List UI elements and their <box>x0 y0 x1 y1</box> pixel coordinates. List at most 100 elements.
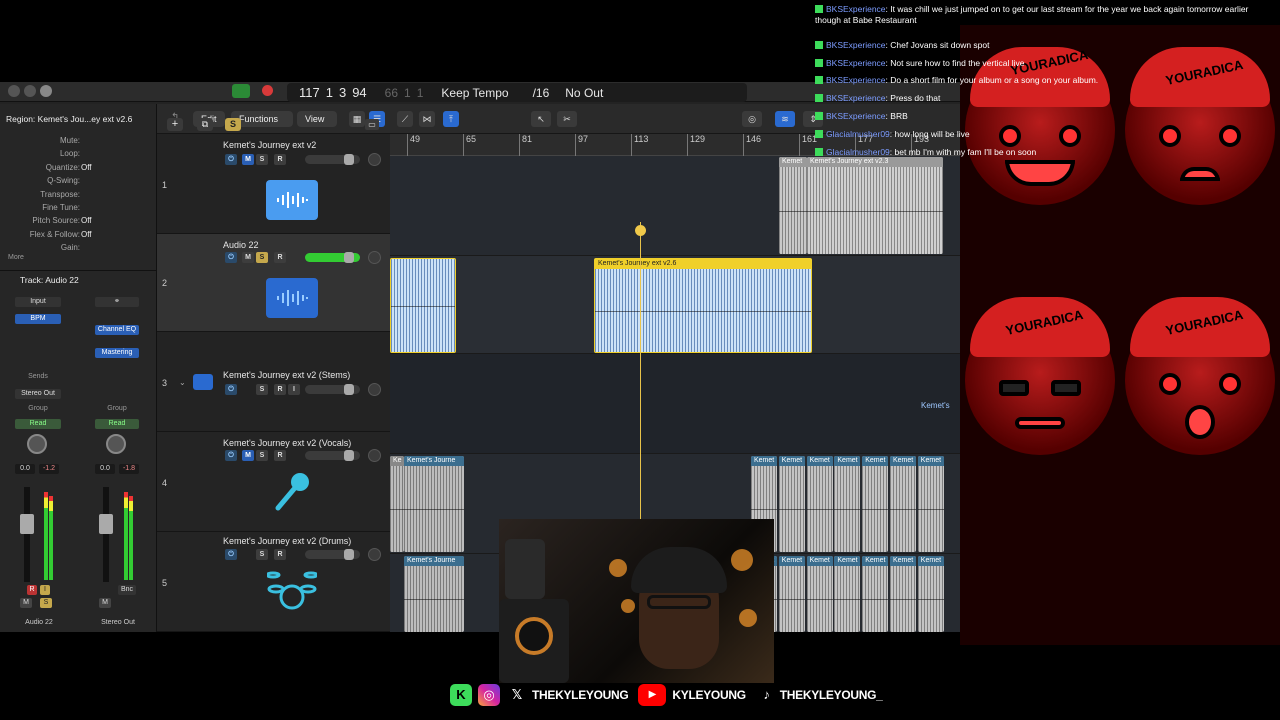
mute-button[interactable]: M <box>242 252 254 263</box>
output-slot[interactable]: Stereo Out <box>15 389 61 399</box>
division-display[interactable]: /16 <box>533 86 550 100</box>
region-inspector-title[interactable]: Region: Kemet's Jou...ey ext v2.6 <box>6 114 132 124</box>
inspector-param-row[interactable]: Mute: <box>0 136 157 148</box>
audio-region[interactable]: Kemet <box>806 456 833 552</box>
link-icon[interactable]: ⚭ <box>95 297 139 307</box>
tempo-mode[interactable]: Keep Tempo <box>441 86 508 100</box>
view-menu[interactable]: View <box>297 111 337 127</box>
snap-icon[interactable]: ◎ <box>742 111 762 127</box>
track-pan-knob[interactable] <box>368 449 381 462</box>
track-row-5[interactable]: 5 Kemet's Journey ext v2 (Drums) ⏻ S R <box>157 532 390 632</box>
chat-username[interactable]: BKSExperience <box>826 4 886 14</box>
audio-region[interactable]: Kemet's Journe <box>404 456 464 552</box>
lcd-display[interactable]: 117 1 3 94 66 1 1 Keep Tempo /16 No Out <box>287 83 747 102</box>
global-solo-button[interactable]: S <box>225 118 241 131</box>
automation-icon[interactable]: ⟋ <box>397 111 413 127</box>
chat-username[interactable]: BKSExperience <box>826 111 886 121</box>
audio-region[interactable]: Kemet <box>862 456 889 552</box>
input-monitor-button[interactable]: I <box>288 384 300 395</box>
input-monitor-button[interactable]: I <box>40 585 50 595</box>
slider-knob[interactable] <box>344 450 354 461</box>
mute-button[interactable]: M <box>20 598 32 608</box>
record-button[interactable] <box>262 85 273 96</box>
slider-knob[interactable] <box>344 384 354 395</box>
chat-username[interactable]: Glacialmusher09 <box>826 147 890 157</box>
pan-knob[interactable] <box>106 434 126 454</box>
inspector-param-row[interactable]: Pitch Source: Off <box>0 216 157 228</box>
solo-button[interactable]: S <box>256 154 268 165</box>
audio-region[interactable]: Kemet <box>917 456 944 552</box>
track-pan-knob[interactable] <box>368 153 381 166</box>
track-volume-slider[interactable] <box>305 549 360 560</box>
record-enable-button[interactable]: R <box>274 252 286 263</box>
group-slot[interactable]: Group <box>15 404 61 414</box>
grid-view-icon[interactable]: ▦ <box>349 111 365 127</box>
audio-region[interactable]: Kemet <box>890 556 916 632</box>
track-name[interactable]: Kemet's Journey ext v2 (Drums) <box>223 536 351 546</box>
more-toggle[interactable]: More <box>8 254 24 261</box>
param-value[interactable]: Off <box>81 163 92 172</box>
record-enable-button[interactable]: R <box>274 549 286 560</box>
solo-button[interactable]: S <box>256 252 268 263</box>
playhead-handle[interactable] <box>635 225 646 236</box>
mute-button[interactable]: M <box>242 154 254 165</box>
audio-region[interactable]: Kemet <box>834 456 861 552</box>
selected-audio-region[interactable]: Kemet's Journey ext v2.6 <box>594 258 812 353</box>
power-icon[interactable]: ⏻ <box>225 154 237 165</box>
scissors-tool-icon[interactable]: ✂ <box>557 111 577 127</box>
volume-fader[interactable] <box>20 514 34 534</box>
record-enable-button[interactable]: R <box>274 450 286 461</box>
param-value[interactable]: Off <box>81 216 92 225</box>
chat-username[interactable]: Glacialmusher09 <box>826 129 890 139</box>
track-row-1[interactable]: 1 Kemet's Journey ext v2 ⏻ M S R <box>157 134 390 234</box>
track-pan-knob[interactable] <box>368 548 381 561</box>
record-enable-button[interactable]: R <box>274 384 286 395</box>
audio-region[interactable]: Kemet <box>917 556 944 632</box>
audio-region[interactable]: Kemet <box>778 556 805 632</box>
inspector-param-row[interactable]: Quantize: Off <box>0 163 157 175</box>
inspector-param-row[interactable]: Fine Tune: <box>0 203 157 215</box>
window-zoom-button[interactable] <box>40 85 52 97</box>
slider-knob[interactable] <box>344 549 354 560</box>
inspector-param-row[interactable]: Q-Swing: <box>0 176 157 188</box>
audio-region[interactable]: Kemet <box>778 456 805 552</box>
power-icon[interactable]: ⏻ <box>225 450 237 461</box>
track-volume-slider[interactable] <box>305 384 360 395</box>
record-enable-button[interactable]: R <box>274 154 286 165</box>
window-minimize-button[interactable] <box>24 85 36 97</box>
solo-button[interactable]: S <box>40 598 52 608</box>
add-track-button[interactable]: + <box>167 118 183 131</box>
track-pan-knob[interactable] <box>368 383 381 396</box>
bounce-button[interactable]: Bnc <box>118 585 136 595</box>
waveform-zoom-icon[interactable]: ≋ <box>775 111 795 127</box>
volume-fader[interactable] <box>99 514 113 534</box>
track-name[interactable]: Kemet's Journey ext v2 (Stems) <box>223 370 350 380</box>
param-value[interactable]: Off <box>81 230 92 239</box>
solo-button[interactable]: S <box>256 549 268 560</box>
mute-button[interactable]: M <box>99 598 111 608</box>
track-name[interactable]: Audio 22 <box>223 240 259 250</box>
disclosure-chevron-icon[interactable]: ⌄ <box>179 378 186 387</box>
track-volume-slider[interactable] <box>305 450 360 461</box>
midi-out-display[interactable]: No Out <box>565 86 603 100</box>
automation-mode[interactable]: Read <box>95 419 139 429</box>
audio-region[interactable]: Kemet's Journe <box>404 556 464 632</box>
plugin-mastering[interactable]: Mastering <box>95 348 139 358</box>
track-name[interactable]: Kemet's Journey ext v2 <box>223 140 316 150</box>
audio-region[interactable] <box>390 258 456 353</box>
track-name[interactable]: Kemet's Journey ext v2 (Vocals) <box>223 438 351 448</box>
duplicate-track-icon[interactable]: ⧉ <box>197 118 213 131</box>
group-slot[interactable]: Group <box>95 404 139 414</box>
record-enable-button[interactable]: R <box>27 585 37 595</box>
chat-username[interactable]: BKSExperience <box>826 75 886 85</box>
audio-region[interactable]: Kemet <box>834 556 861 632</box>
flex-icon[interactable]: ⋈ <box>419 111 435 127</box>
audio-region[interactable]: Kemet <box>890 456 916 552</box>
track-volume-slider[interactable] <box>305 154 360 165</box>
pan-knob[interactable] <box>27 434 47 454</box>
audio-region[interactable]: Kemet <box>779 157 807 254</box>
plugin-bpm[interactable]: BPM <box>15 314 61 324</box>
track-volume-slider[interactable] <box>305 252 360 263</box>
mute-button[interactable]: M <box>242 450 254 461</box>
track-row-3[interactable]: 3 ⌄ Kemet's Journey ext v2 (Stems) ⏻ S R… <box>157 332 390 432</box>
